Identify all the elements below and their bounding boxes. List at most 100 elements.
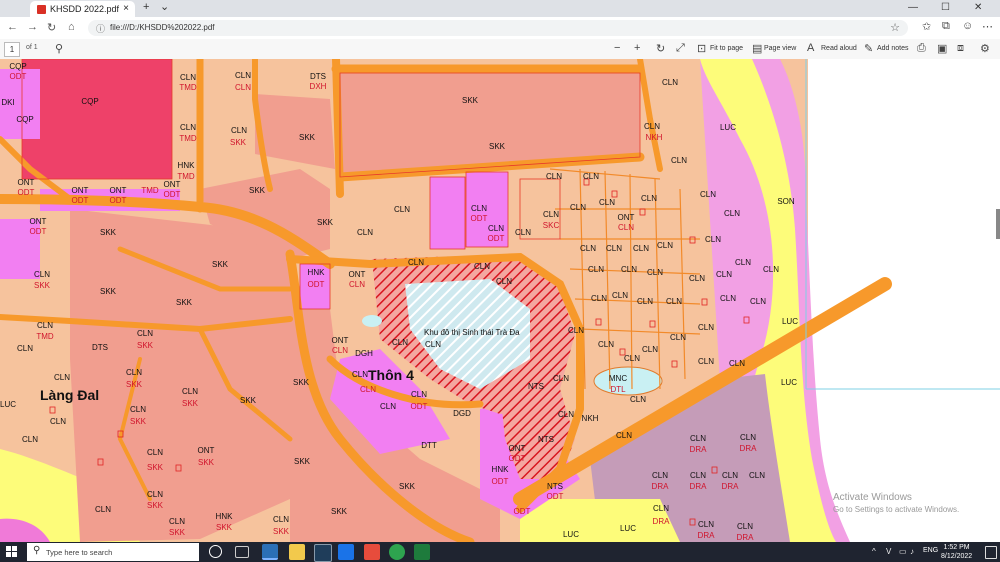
windows-start-icon[interactable] (6, 546, 17, 557)
pdf-toolbar: 1 of 1 ⚲ − + ↻ ⤢ ⊡ Fit to page ▤ Page vi… (0, 39, 1000, 60)
cqp-block (22, 59, 172, 179)
language-indicator[interactable]: ENG (923, 547, 938, 554)
menu-dots-icon[interactable]: ⋯ (982, 20, 993, 33)
parcel-code-label: CLN (618, 223, 634, 232)
forward-arrow-icon[interactable]: → (27, 21, 38, 33)
scrollbar-thumb[interactable] (996, 209, 1000, 239)
cortana-icon[interactable] (209, 545, 222, 558)
favorite-star-icon[interactable]: ☆ (890, 21, 900, 34)
parcel-code-label: CLN (591, 294, 607, 303)
print-icon[interactable]: ⎙ (917, 42, 926, 55)
settings-gear-icon[interactable]: ⚙ (980, 42, 990, 55)
excel-icon[interactable] (414, 544, 430, 560)
parcel-code-label: CQP (9, 62, 26, 71)
url-input[interactable]: ⓘ file:///D:/KHSDD%202022.pdf ☆ (88, 20, 908, 36)
clock-time: 1:52 PM (943, 544, 970, 551)
parcel-code-label: HNK (308, 268, 326, 277)
network-icon[interactable]: ▭ (899, 547, 907, 556)
parcel-code-label: SKK (399, 482, 416, 491)
parcel-code-label: CLN (606, 244, 622, 253)
parcel-code-label: CLN (583, 172, 599, 181)
parcel-code-label: DTL (610, 385, 626, 394)
info-icon[interactable]: ⓘ (96, 22, 105, 35)
chevron-up-icon[interactable]: ^ (872, 547, 876, 556)
page-view-icon[interactable]: ▤ (752, 42, 762, 55)
search-icon[interactable]: ⚲ (55, 42, 63, 55)
parcel-code-label: CLN (425, 340, 441, 349)
fit-icon[interactable]: ⤢ (676, 42, 685, 55)
parcel-code-label: NTS (528, 382, 544, 391)
parcel-code-label: ONT (110, 186, 127, 195)
home-icon[interactable]: ⌂ (68, 21, 75, 33)
parcel-code-label: CLN (737, 522, 753, 531)
taskbar-search-input[interactable]: ⚲ Type here to search (27, 543, 199, 561)
pdf-app-icon[interactable] (364, 544, 380, 560)
page-view-button[interactable]: Page view (764, 45, 796, 52)
white-area (808, 59, 1000, 542)
parcel-code-label: SKK (182, 399, 199, 408)
collections-icon[interactable]: ⧉ (942, 20, 950, 33)
parcel-code-label: CLN (546, 172, 562, 181)
minimize-button[interactable]: — (908, 2, 918, 13)
zoom-in-icon[interactable]: + (634, 42, 640, 54)
place-label: Làng Đal (40, 387, 99, 403)
add-notes-icon[interactable]: ✎ (864, 42, 873, 55)
read-aloud-button[interactable]: Read aloud (821, 45, 857, 52)
favorites-icon[interactable]: ✩ (922, 20, 931, 33)
parcel-code-label: CLN (653, 504, 669, 513)
back-arrow-icon[interactable]: ← (7, 21, 18, 33)
parcel-code-label: CLN (624, 354, 640, 363)
parcel-code-label: DRA (737, 533, 755, 542)
parcel-code-label: ONT (18, 178, 35, 187)
parcel-code-label: LUC (781, 378, 797, 387)
parcel-code-label: CQP (16, 115, 33, 124)
parcel-code-label: SKC (543, 221, 560, 230)
tab-close-button[interactable]: × (123, 3, 129, 14)
read-aloud-icon[interactable]: A (807, 42, 814, 54)
parcel-code-label: DTT (421, 441, 437, 450)
parcel-code-label: CLN (273, 515, 289, 524)
parcel-code-label: SKK (147, 501, 164, 510)
edge-browser-icon[interactable] (262, 544, 278, 560)
parcel-code-label: CLN (496, 277, 512, 286)
mail-icon[interactable] (338, 544, 354, 560)
notifications-icon[interactable] (985, 546, 997, 559)
clock[interactable]: 1:52 PM 8/12/2022 (941, 543, 972, 561)
zoom-out-icon[interactable]: − (614, 42, 620, 54)
profile-icon[interactable]: ☺ (962, 20, 973, 32)
save-icon[interactable]: ▣ (937, 42, 947, 55)
fit-to-page-button[interactable]: Fit to page (710, 45, 743, 52)
parcel-code-label: TMD (179, 83, 197, 92)
parcel-code-label: CLN (130, 405, 146, 414)
close-window-button[interactable]: ✕ (974, 2, 982, 13)
chrome-icon[interactable] (389, 544, 405, 560)
village-label: Thôn 4 (368, 367, 414, 383)
parcel-code-label: CLN (50, 417, 66, 426)
rotate-icon[interactable]: ↻ (656, 42, 665, 55)
parcel-code-label: CLN (621, 265, 637, 274)
task-view-icon[interactable] (235, 546, 249, 558)
tab-menu-button[interactable]: ⌄ (160, 0, 169, 13)
parcel-code-label: CLN (749, 471, 765, 480)
volume-icon[interactable]: ♪ (910, 547, 914, 556)
maximize-button[interactable]: ☐ (941, 2, 950, 13)
parcel-code-label: CLN (644, 122, 660, 131)
parcel-code-label: CLN (740, 433, 756, 442)
save-as-icon[interactable]: ⧈ (957, 42, 964, 55)
parcel-code-label: CLN (735, 258, 751, 267)
store-icon[interactable] (314, 544, 332, 562)
parcel-code-label: CLN (666, 297, 682, 306)
pdf-map-page[interactable]: CQP ODT DKI CQP CQP CLN TMD CLN CLN DTS DXH SKK SKK C… (0, 59, 1000, 542)
antivirus-icon[interactable]: V (886, 547, 891, 556)
page-number-input[interactable]: 1 (4, 42, 20, 57)
parcel-code-label: SKK (100, 228, 117, 237)
title-bar: KHSDD 2022.pdf × + ⌄ — ☐ ✕ (0, 0, 1000, 17)
add-notes-button[interactable]: Add notes (877, 45, 909, 52)
parcel-code-label: CLN (408, 258, 424, 267)
new-tab-button[interactable]: + (143, 1, 149, 13)
tab-pdf[interactable]: KHSDD 2022.pdf × (30, 1, 135, 17)
fit-page-icon[interactable]: ⊡ (697, 42, 706, 55)
refresh-icon[interactable]: ↻ (47, 21, 56, 34)
file-explorer-icon[interactable] (289, 544, 305, 560)
parcel-code-label: ODT (547, 492, 564, 501)
